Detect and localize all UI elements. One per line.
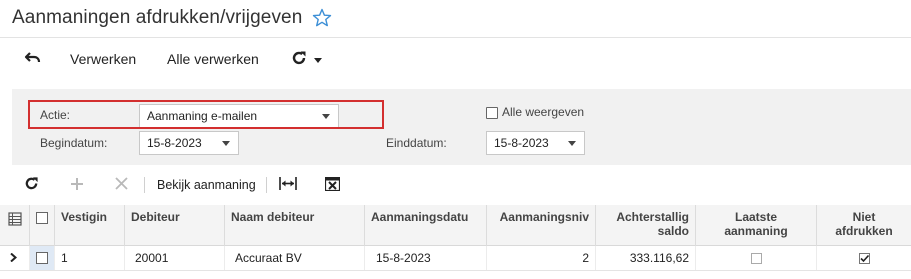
- select-all-checkbox[interactable]: [36, 212, 48, 224]
- fit-columns-button[interactable]: [279, 172, 297, 198]
- undo-icon: [24, 51, 42, 68]
- refresh-icon: [24, 176, 39, 194]
- end-date-label: Einddatum:: [386, 136, 447, 150]
- grid-header: Vestigin Debiteur Naam debiteur Aanmanin…: [0, 205, 911, 246]
- show-all-checkbox[interactable]: [486, 107, 498, 119]
- delete-row-button[interactable]: [115, 172, 128, 198]
- cell-dunning-level[interactable]: 2: [487, 246, 596, 270]
- table-row[interactable]: 1 20001 Accuraat BV 15-8-2023 2 333.116,…: [0, 246, 911, 270]
- cell-customer[interactable]: 20001: [125, 246, 225, 270]
- column-header-overdue-balance[interactable]: Achterstallig saldo: [596, 205, 696, 246]
- cell-do-not-print: [817, 246, 911, 270]
- row-select-checkbox[interactable]: [36, 252, 48, 264]
- start-date-field[interactable]: 15-8-2023: [139, 131, 239, 155]
- chevron-right-icon: [10, 251, 18, 265]
- fit-columns-icon: [279, 177, 297, 193]
- column-header-dunning-date[interactable]: Aanmaningsdatu: [365, 205, 487, 246]
- undo-button[interactable]: [24, 46, 42, 72]
- title-row: Aanmaningen afdrukken/vrijgeven: [12, 6, 332, 30]
- row-indicator: [0, 246, 30, 270]
- close-icon: [115, 177, 128, 193]
- title-divider: [0, 37, 911, 38]
- cell-last-dunning: [696, 246, 817, 270]
- column-header-do-not-print[interactable]: Niet afdrukken: [817, 205, 911, 246]
- refresh-icon: [291, 50, 307, 69]
- toolbar-divider: [266, 177, 267, 193]
- refresh-menu-button[interactable]: [291, 46, 322, 72]
- cell-customer-name[interactable]: Accuraat BV: [225, 246, 365, 270]
- plus-icon: [70, 177, 84, 194]
- page-title: Aanmaningen afdrukken/vrijgeven: [12, 7, 303, 28]
- column-header-customer-name[interactable]: Naam debiteur: [225, 205, 365, 246]
- view-dunning-button[interactable]: Bekijk aanmaning: [157, 172, 256, 198]
- grid-toolbar: Bekijk aanmaning: [0, 172, 911, 198]
- start-date-value: 15-8-2023: [147, 136, 202, 150]
- favorite-star-icon[interactable]: [312, 8, 332, 28]
- process-all-button[interactable]: Alle verwerken: [167, 46, 259, 72]
- column-header-dunning-level[interactable]: Aanmaningsniv: [487, 205, 596, 246]
- cell-overdue-balance[interactable]: 333.116,62: [596, 246, 696, 270]
- excel-icon: [324, 176, 341, 194]
- column-settings-icon: [8, 212, 22, 229]
- column-header-customer[interactable]: Debiteur: [125, 205, 225, 246]
- show-all-label: Alle weergeven: [502, 105, 585, 119]
- checkmark-icon: [859, 254, 869, 262]
- column-header-branch[interactable]: Vestigin: [55, 205, 125, 246]
- do-not-print-checkbox[interactable]: [858, 252, 870, 264]
- grid-refresh-button[interactable]: [24, 172, 39, 198]
- cell-branch[interactable]: 1: [55, 246, 125, 270]
- export-excel-button[interactable]: [324, 172, 341, 198]
- chevron-down-icon: [568, 141, 576, 146]
- row-divider: [0, 270, 911, 271]
- cell-dunning-date[interactable]: 15-8-2023: [365, 246, 487, 270]
- highlight-box: [28, 100, 384, 129]
- chevron-down-icon: [222, 141, 230, 146]
- chevron-down-icon: [314, 51, 322, 67]
- main-toolbar: Verwerken Alle verwerken: [0, 46, 911, 72]
- add-row-button[interactable]: [70, 172, 84, 198]
- end-date-value: 15-8-2023: [494, 136, 549, 150]
- column-header-last-dunning[interactable]: Laatste aanmaning: [696, 205, 817, 246]
- process-button[interactable]: Verwerken: [70, 46, 136, 72]
- toolbar-divider: [144, 177, 145, 193]
- start-date-label: Begindatum:: [40, 136, 108, 150]
- column-settings-button[interactable]: [0, 205, 30, 246]
- select-all-cell: [30, 205, 55, 246]
- row-select-cell: [30, 246, 55, 270]
- end-date-field[interactable]: 15-8-2023: [486, 131, 585, 155]
- last-dunning-checkbox[interactable]: [750, 252, 762, 264]
